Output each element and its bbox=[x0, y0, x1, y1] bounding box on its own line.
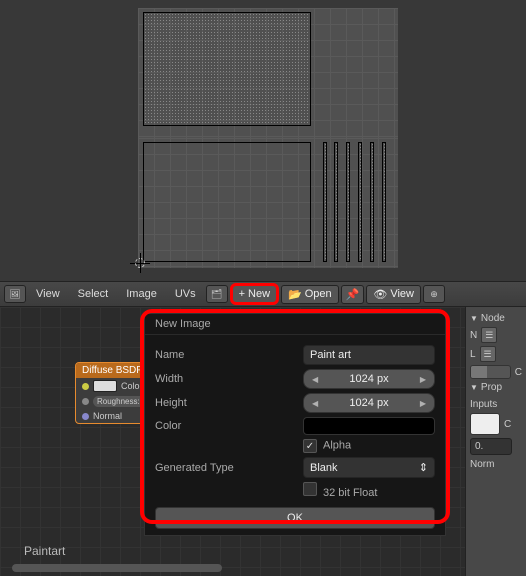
color-swatch[interactable] bbox=[93, 380, 117, 392]
uv-editor-header: 🖼 View Select Image UVs 🗂 + New 📂 Open 📌… bbox=[0, 281, 526, 307]
pin-button[interactable]: 📌 bbox=[341, 285, 365, 304]
panel-header-prop[interactable]: ▼Prop bbox=[470, 382, 522, 393]
node-properties-panel: ▼Node N☰ L☰ C ▼Prop Inputs C 0. Norm bbox=[465, 307, 526, 576]
chevron-down-icon: ▼ bbox=[470, 314, 478, 323]
menu-select[interactable]: Select bbox=[70, 288, 117, 300]
chevron-left-icon: ◀ bbox=[312, 399, 318, 408]
uv-island[interactable] bbox=[334, 142, 338, 262]
uv-island[interactable] bbox=[358, 142, 362, 262]
plus-icon: + bbox=[239, 288, 245, 300]
uv-island[interactable] bbox=[323, 142, 327, 262]
inputs-label: Inputs bbox=[470, 399, 522, 410]
open-image-button[interactable]: 📂 Open bbox=[281, 285, 339, 304]
chevron-right-icon: ▶ bbox=[420, 375, 426, 384]
label-alpha: Alpha bbox=[323, 440, 351, 452]
input-color-swatch[interactable] bbox=[470, 413, 500, 435]
new-image-popup: New Image Name Paint art Width ◀1024 px▶… bbox=[144, 313, 446, 536]
new-image-button[interactable]: + New bbox=[230, 283, 279, 305]
socket-color-icon[interactable] bbox=[82, 383, 89, 390]
ok-button[interactable]: OK bbox=[155, 507, 435, 529]
norm-label: Norm bbox=[470, 459, 522, 470]
uv-image-editor-viewport[interactable] bbox=[0, 0, 526, 281]
toggle-c[interactable]: C bbox=[515, 367, 522, 378]
socket-normal-icon[interactable] bbox=[82, 413, 89, 420]
panel-header-node[interactable]: ▼Node bbox=[470, 313, 522, 324]
menu-view[interactable]: View bbox=[28, 288, 68, 300]
pivot-selector-icon[interactable]: ⊕ bbox=[423, 285, 445, 303]
chevron-right-icon: ▶ bbox=[420, 399, 426, 408]
uv-island[interactable] bbox=[143, 12, 311, 126]
browse-image-icon[interactable]: 🗂 bbox=[206, 285, 228, 303]
view-label: View bbox=[390, 288, 414, 300]
label-name: Name bbox=[155, 349, 303, 361]
node-row-normal-label: Normal bbox=[93, 411, 122, 421]
numeric-field[interactable]: 0. bbox=[470, 438, 512, 455]
label-generated-type: Generated Type bbox=[155, 462, 303, 474]
32bit-checkbox[interactable] bbox=[303, 482, 317, 496]
label-c: C bbox=[504, 419, 511, 430]
socket-roughness-icon[interactable] bbox=[82, 398, 89, 405]
eye-icon: 👁 bbox=[373, 288, 387, 301]
generated-type-select[interactable]: Blank⇕ bbox=[303, 457, 435, 478]
node-row-color-label: Color bbox=[121, 381, 143, 391]
uv-island[interactable] bbox=[143, 142, 311, 262]
label-n: N bbox=[470, 330, 477, 341]
pin-icon: 📌 bbox=[346, 288, 360, 301]
field-l-button[interactable]: ☰ bbox=[480, 346, 496, 362]
chevron-left-icon: ◀ bbox=[312, 375, 318, 384]
new-label: New bbox=[248, 288, 270, 300]
image-name-label: Paintart bbox=[24, 544, 65, 558]
alpha-checkbox[interactable]: ✓ bbox=[303, 439, 317, 453]
2d-cursor[interactable] bbox=[130, 253, 150, 273]
updown-icon: ⇕ bbox=[419, 461, 428, 474]
scrollbar[interactable] bbox=[12, 564, 222, 572]
label-color: Color bbox=[155, 420, 303, 432]
slider[interactable] bbox=[470, 365, 511, 379]
popup-title: New Image bbox=[145, 314, 445, 335]
width-input[interactable]: ◀1024 px▶ bbox=[303, 369, 435, 389]
editor-type-selector-icon[interactable]: 🖼 bbox=[4, 285, 26, 303]
label-width: Width bbox=[155, 373, 303, 385]
open-label: Open bbox=[305, 288, 332, 300]
label-32bit: 32 bit Float bbox=[323, 487, 377, 499]
uv-island[interactable] bbox=[382, 142, 386, 262]
label-l: L bbox=[470, 349, 476, 360]
folder-icon: 📂 bbox=[288, 288, 302, 301]
field-n-button[interactable]: ☰ bbox=[481, 327, 497, 343]
height-input[interactable]: ◀1024 px▶ bbox=[303, 393, 435, 413]
menu-image[interactable]: Image bbox=[118, 288, 165, 300]
name-input[interactable]: Paint art bbox=[303, 345, 435, 365]
color-input[interactable] bbox=[303, 417, 435, 435]
mode-view-button[interactable]: 👁 View bbox=[366, 285, 421, 304]
label-height: Height bbox=[155, 397, 303, 409]
menu-uvs[interactable]: UVs bbox=[167, 288, 204, 300]
uv-island[interactable] bbox=[370, 142, 374, 262]
chevron-down-icon: ▼ bbox=[470, 383, 478, 392]
uv-island[interactable] bbox=[346, 142, 350, 262]
